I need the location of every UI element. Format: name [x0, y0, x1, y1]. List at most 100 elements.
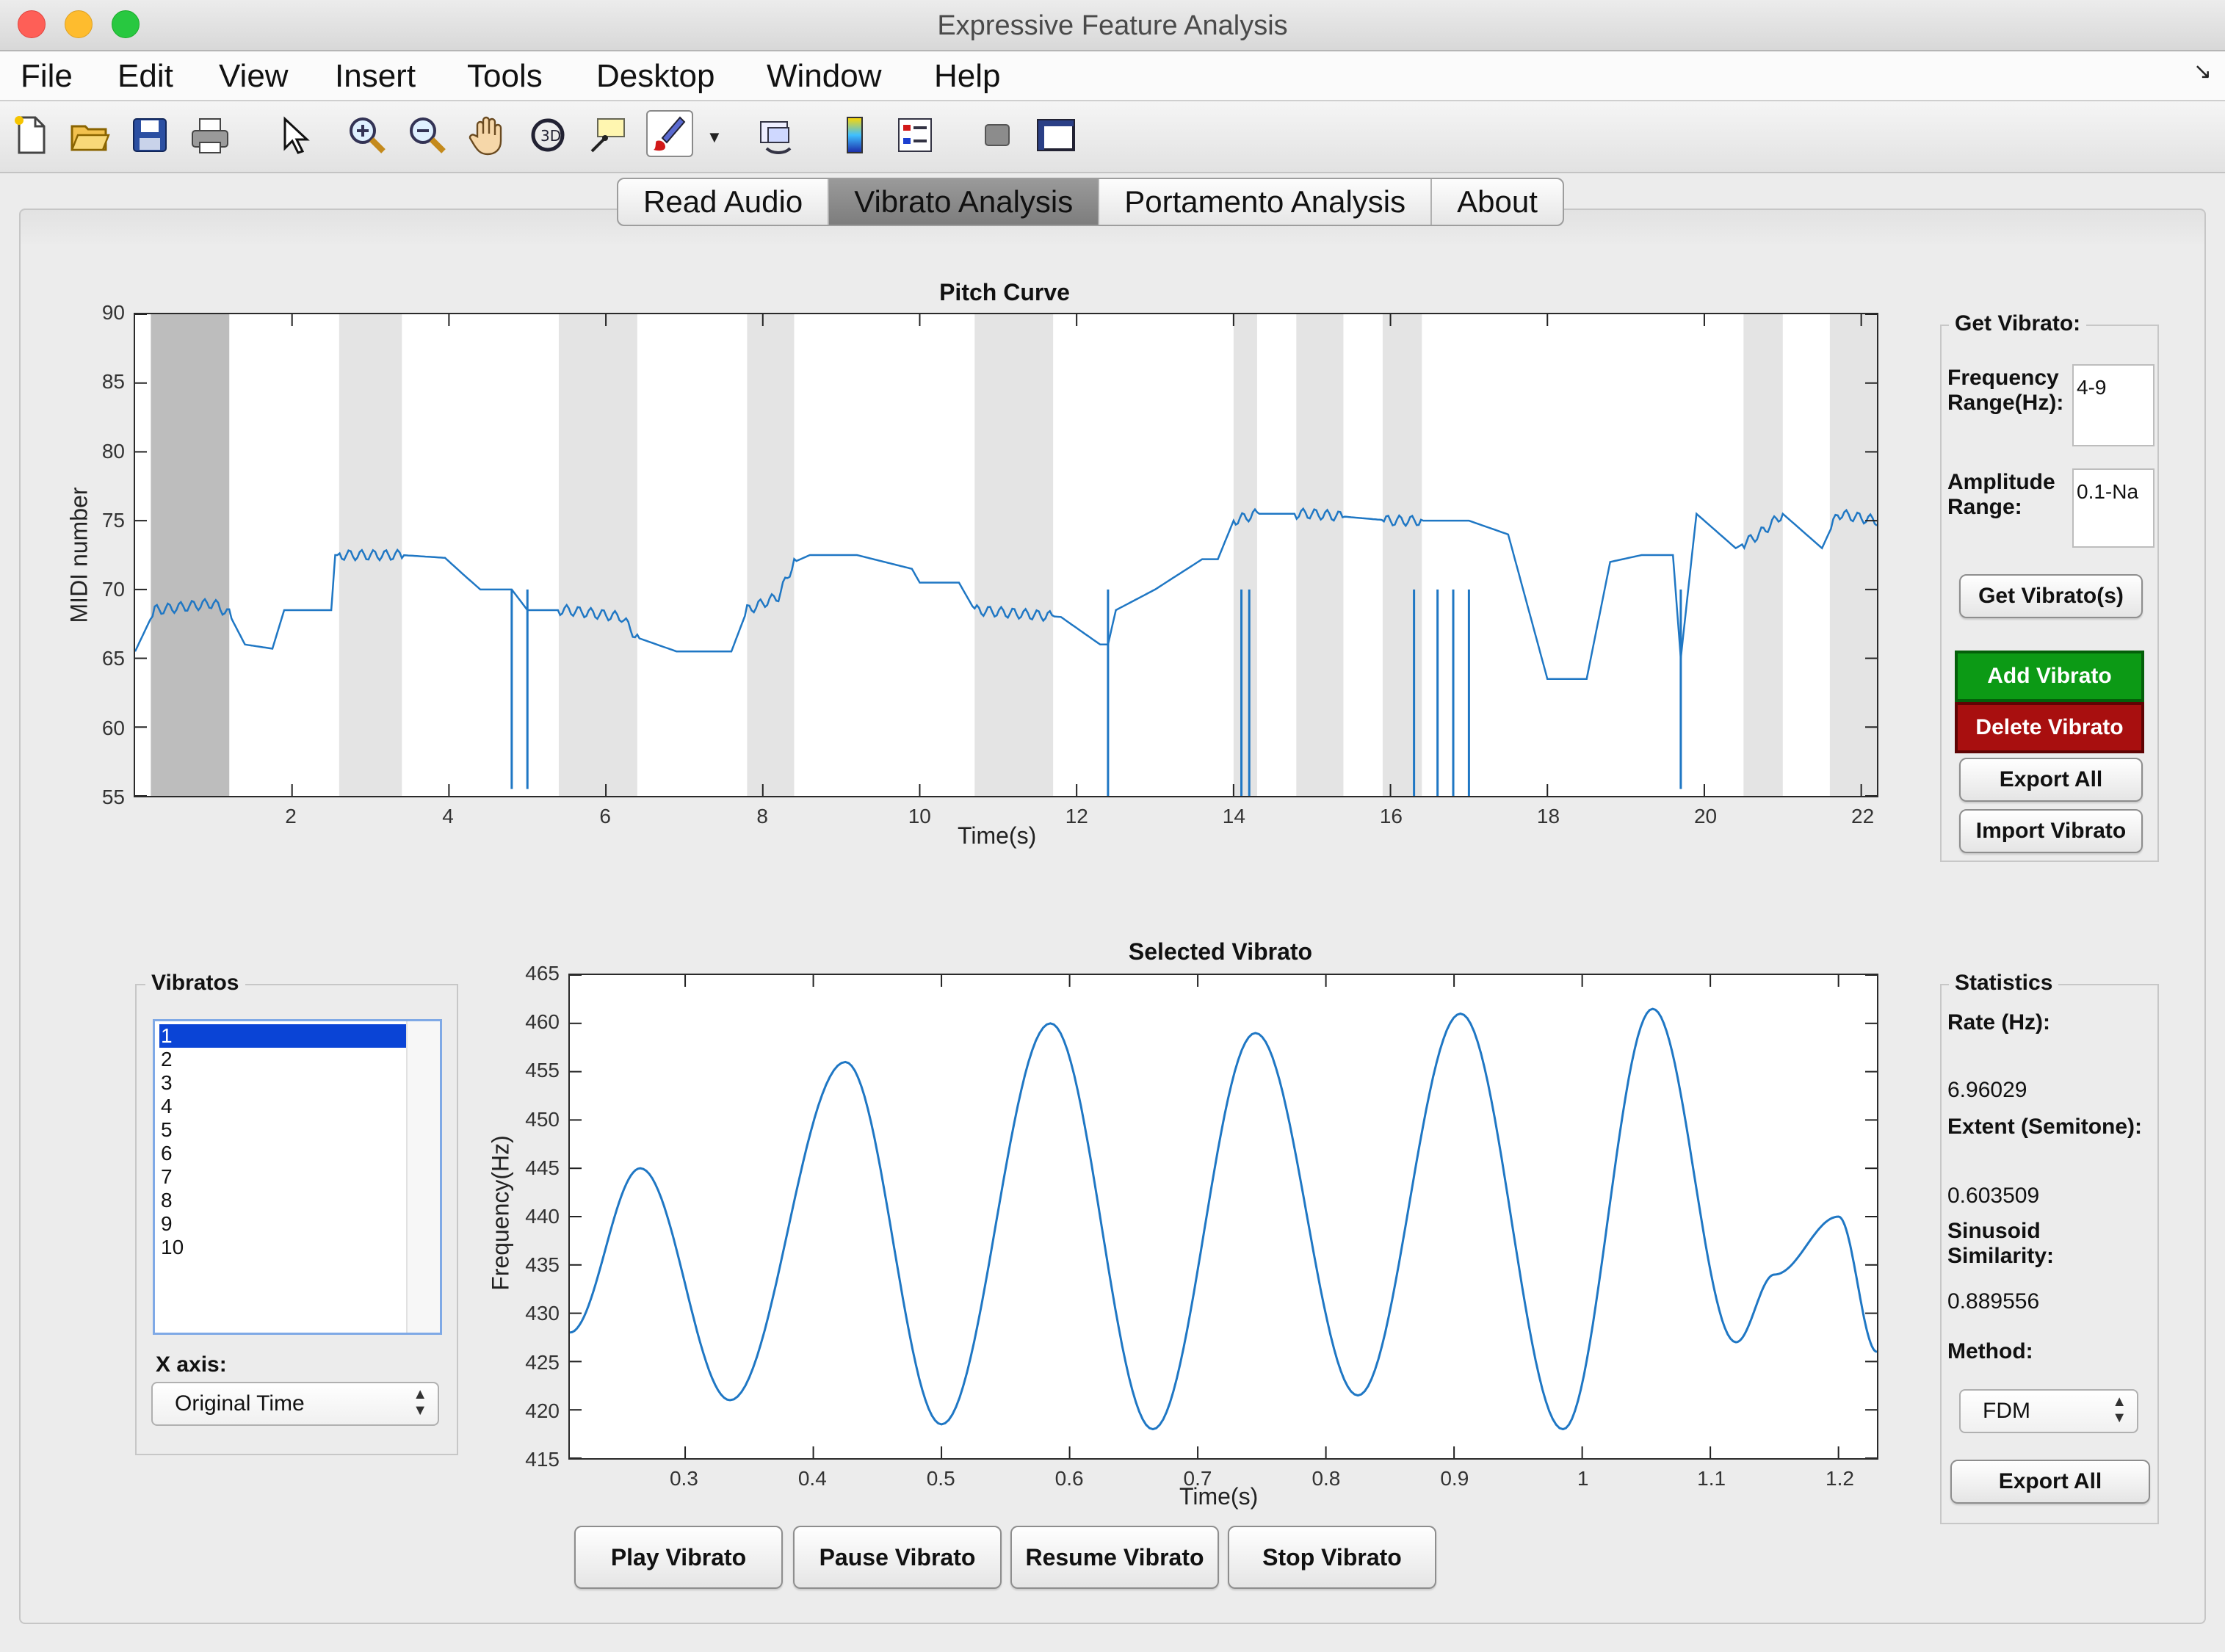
vibrato-list-item[interactable]: 3: [159, 1071, 409, 1095]
vibrato-list-item[interactable]: 2: [159, 1048, 409, 1071]
tab-portamento-analysis[interactable]: Portamento Analysis: [1099, 179, 1433, 225]
resume-vibrato-button[interactable]: Resume Vibrato: [1010, 1526, 1219, 1589]
legend-icon[interactable]: [893, 113, 937, 157]
tab-vibrato-analysis[interactable]: Vibrato Analysis: [829, 179, 1100, 225]
y-tick-label: 55: [101, 786, 125, 808]
x-axis-select[interactable]: Original Time ▲ ▼: [151, 1382, 439, 1426]
pointer-icon[interactable]: [272, 113, 316, 157]
vibrato-region: [1233, 314, 1257, 796]
pitch-curve-plot[interactable]: [135, 314, 1877, 796]
vibrato-region: [558, 314, 637, 796]
menu-insert[interactable]: Insert: [335, 51, 416, 100]
x-tick-label: 14: [1222, 805, 1245, 827]
method-select[interactable]: FDM ▲ ▼: [1959, 1389, 2138, 1433]
hide-plot-tools-icon[interactable]: [975, 113, 1019, 157]
pan-hand-icon[interactable]: [466, 113, 510, 157]
vibratos-title: Vibratos: [145, 971, 245, 996]
frequency-range-input[interactable]: 4-9: [2072, 364, 2155, 446]
menu-desktop[interactable]: Desktop: [596, 51, 714, 100]
play-vibrato-button[interactable]: Play Vibrato: [574, 1526, 783, 1589]
colorbar-icon[interactable]: [833, 113, 877, 157]
x-tick-label: 12: [1065, 805, 1088, 827]
new-figure-icon[interactable]: [9, 113, 53, 157]
zoom-in-icon[interactable]: [345, 113, 389, 157]
pitch-x-axis-label: Time(s): [958, 822, 1037, 849]
add-vibrato-button[interactable]: Add Vibrato: [1955, 651, 2144, 702]
get-vibratos-button[interactable]: Get Vibrato(s): [1959, 574, 2143, 618]
x-tick-label: 20: [1693, 805, 1718, 827]
vibrato-list-item[interactable]: 9: [159, 1212, 409, 1236]
menu-window[interactable]: Window: [767, 51, 882, 100]
y-tick-label: 455: [525, 1059, 560, 1082]
x-tick-label: 1.2: [1826, 1467, 1854, 1490]
x-tick-label: 6: [599, 805, 611, 827]
pitch-curve-axes[interactable]: [134, 313, 1878, 797]
x-tick-label: 8: [756, 805, 768, 827]
link-plot-icon[interactable]: [755, 113, 799, 157]
vibrato-list-item[interactable]: 5: [159, 1118, 409, 1142]
x-tick-label: 0.3: [669, 1467, 698, 1490]
pitch-y-axis-label: MIDI number: [65, 487, 93, 623]
open-file-icon[interactable]: [68, 113, 112, 157]
vibrato-region: [1382, 314, 1422, 796]
zoom-out-icon[interactable]: [405, 113, 449, 157]
stop-vibrato-button[interactable]: Stop Vibrato: [1228, 1526, 1436, 1589]
rotate-3d-icon[interactable]: 3D: [526, 113, 570, 157]
save-icon[interactable]: [128, 113, 172, 157]
selected-vibrato-axes[interactable]: [568, 974, 1878, 1460]
y-tick-label: 70: [101, 578, 125, 601]
brush-dropdown-icon[interactable]: ▼: [706, 128, 723, 147]
selected-vibrato-plot[interactable]: [570, 975, 1877, 1458]
vibrato-region: [151, 314, 230, 796]
vibrato-list-item[interactable]: 7: [159, 1165, 409, 1189]
sinusoid-similarity-value: 0.889556: [1947, 1289, 2040, 1314]
pause-vibrato-button[interactable]: Pause Vibrato: [793, 1526, 1002, 1589]
y-tick-label: 440: [525, 1205, 560, 1228]
get-vibrato-title: Get Vibrato:: [1949, 311, 2087, 336]
show-plot-tools-icon[interactable]: [1034, 113, 1078, 157]
vibrato-list-item[interactable]: 8: [159, 1189, 409, 1212]
window-title: Expressive Feature Analysis: [937, 10, 1288, 41]
menu-file[interactable]: File: [21, 51, 73, 100]
export-statistics-button[interactable]: Export All: [1950, 1460, 2150, 1504]
toolbar: 3D ▼: [0, 101, 2225, 173]
vibrato-list-item[interactable]: 6: [159, 1142, 409, 1165]
dock-figure-icon[interactable]: ↘: [2193, 59, 2212, 84]
select-arrows-icon: ▲ ▼: [413, 1386, 427, 1419]
menu-view[interactable]: View: [219, 51, 289, 100]
vibrato-region: [1296, 314, 1344, 796]
x-tick-label: 0.9: [1440, 1467, 1469, 1490]
vibrato-listbox[interactable]: 1 2 3 4 5 6 7 8 9 10: [153, 1019, 442, 1335]
y-tick-label: 65: [101, 647, 125, 670]
tab-about[interactable]: About: [1432, 179, 1563, 225]
tab-read-audio[interactable]: Read Audio: [618, 179, 830, 225]
vibrato-list-item[interactable]: 10: [159, 1236, 409, 1259]
x-tick-label: 18: [1536, 805, 1560, 827]
vibrato-list-item[interactable]: 1: [159, 1024, 409, 1048]
rate-value: 6.96029: [1947, 1078, 2027, 1102]
y-tick-label: 435: [525, 1253, 560, 1277]
x-axis-selected-value: Original Time: [175, 1391, 305, 1416]
x-tick-label: 4: [442, 805, 454, 827]
listbox-scrollbar[interactable]: [406, 1021, 440, 1333]
brush-icon[interactable]: [646, 110, 693, 157]
x-tick-label: 16: [1379, 805, 1403, 827]
menu-tools[interactable]: Tools: [467, 51, 543, 100]
y-tick-label: 60: [101, 716, 125, 739]
x-tick-label: 0.8: [1312, 1467, 1341, 1490]
y-tick-label: 445: [525, 1156, 560, 1179]
import-vibrato-button[interactable]: Import Vibrato: [1959, 809, 2143, 853]
frequency-range-label: Frequency Range(Hz):: [1947, 366, 2064, 415]
delete-vibrato-button[interactable]: Delete Vibrato: [1955, 702, 2144, 753]
y-tick-label: 90: [101, 301, 125, 324]
vibrato-list-item[interactable]: 4: [159, 1095, 409, 1118]
data-cursor-icon[interactable]: [586, 113, 630, 157]
amplitude-range-input[interactable]: 0.1-Na: [2072, 468, 2155, 548]
export-all-vibratos-button[interactable]: Export All: [1959, 758, 2143, 802]
title-bar: Expressive Feature Analysis: [0, 0, 2225, 51]
menu-edit[interactable]: Edit: [117, 51, 173, 100]
rate-label: Rate (Hz):: [1947, 1010, 2050, 1035]
y-tick-label: 85: [101, 370, 125, 394]
print-icon[interactable]: [188, 113, 232, 157]
menu-help[interactable]: Help: [934, 51, 1001, 100]
